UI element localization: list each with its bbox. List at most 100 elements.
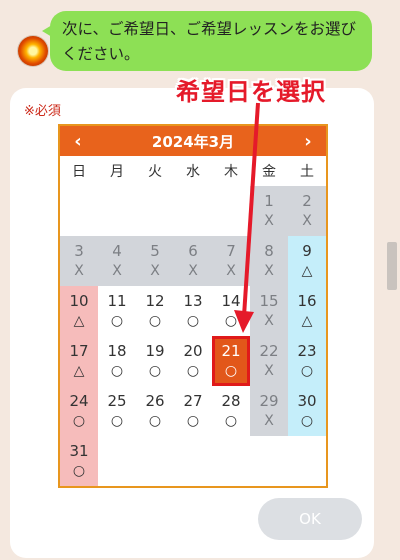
day-number: 9 bbox=[302, 242, 312, 260]
availability-mark: △ bbox=[73, 313, 85, 329]
calendar-day-30[interactable]: 30 ○ bbox=[288, 386, 326, 436]
calendar-empty-cell bbox=[98, 436, 136, 486]
calendar-day-18[interactable]: 18 ○ bbox=[98, 336, 136, 386]
day-number: 25 bbox=[107, 392, 127, 410]
day-number: 7 bbox=[226, 242, 236, 260]
required-label: ※必須 bbox=[24, 104, 61, 119]
calendar-day-8: 8X bbox=[250, 236, 288, 286]
calendar-day-16[interactable]: 16 △ bbox=[288, 286, 326, 336]
calendar-day-9[interactable]: 9 △ bbox=[288, 236, 326, 286]
scrollbar-thumb[interactable] bbox=[387, 242, 397, 290]
calendar-day-24[interactable]: 24 ○ bbox=[60, 386, 98, 436]
availability-mark: X bbox=[264, 413, 274, 429]
availability-mark: ○ bbox=[186, 363, 200, 379]
availability-mark: ○ bbox=[224, 363, 238, 379]
day-number: 17 bbox=[69, 342, 89, 360]
calendar-day-13[interactable]: 13 ○ bbox=[174, 286, 212, 336]
day-number: 19 bbox=[145, 342, 165, 360]
availability-mark: ○ bbox=[148, 363, 162, 379]
availability-mark: ○ bbox=[186, 413, 200, 429]
weekday-sun: 日 bbox=[72, 164, 86, 180]
calendar-day-19[interactable]: 19 ○ bbox=[136, 336, 174, 386]
day-number: 28 bbox=[221, 392, 241, 410]
day-number: 31 bbox=[69, 442, 89, 460]
ok-button[interactable]: OK bbox=[258, 498, 362, 540]
day-number: 23 bbox=[297, 342, 317, 360]
calendar-empty-cell bbox=[136, 436, 174, 486]
calendar-empty-cell bbox=[98, 186, 136, 236]
calendar-month-title: 2024年3月 bbox=[151, 132, 235, 151]
availability-mark: ○ bbox=[148, 413, 162, 429]
day-number: 13 bbox=[183, 292, 203, 310]
next-month-icon[interactable]: › bbox=[298, 131, 318, 152]
calendar-empty-cell bbox=[60, 186, 98, 236]
calendar-empty-cell bbox=[174, 436, 212, 486]
availability-mark: ○ bbox=[110, 413, 124, 429]
calendar-day-17[interactable]: 17 △ bbox=[60, 336, 98, 386]
availability-mark: X bbox=[264, 213, 274, 229]
chat-message-text: 次に、ご希望日、ご希望レッスンをお選びください。 bbox=[62, 20, 357, 63]
day-number: 21 bbox=[221, 342, 241, 360]
day-number: 14 bbox=[221, 292, 241, 310]
calendar-day-11[interactable]: 11 ○ bbox=[98, 286, 136, 336]
availability-mark: ○ bbox=[148, 313, 162, 329]
day-number: 16 bbox=[297, 292, 317, 310]
weekday-fri: 金 bbox=[262, 164, 276, 180]
availability-mark: X bbox=[150, 263, 160, 279]
availability-mark: ○ bbox=[110, 313, 124, 329]
calendar-day-20[interactable]: 20 ○ bbox=[174, 336, 212, 386]
availability-mark: X bbox=[74, 263, 84, 279]
calendar-day-28[interactable]: 28 ○ bbox=[212, 386, 250, 436]
day-number: 2 bbox=[302, 192, 312, 210]
calendar-day-4: 4X bbox=[98, 236, 136, 286]
calendar-empty-cell bbox=[136, 186, 174, 236]
calendar-day-grid: 1 X 2 X 3 X 4 X 5 X 6 X 7 X 8 X 9 △ 10 △ 11 ○ 12 ○ 13 ○ 14 ○ 15 X 16 △ 1… bbox=[60, 186, 326, 486]
availability-mark: △ bbox=[301, 263, 313, 279]
calendar-empty-cell bbox=[212, 186, 250, 236]
calendar-empty-cell bbox=[288, 436, 326, 486]
availability-mark: △ bbox=[73, 363, 85, 379]
calendar-day-21[interactable]: 21 ○ bbox=[212, 336, 250, 386]
day-number: 27 bbox=[183, 392, 203, 410]
availability-mark: ○ bbox=[72, 413, 86, 429]
calendar-day-22: 22 X bbox=[250, 336, 288, 386]
availability-mark: ○ bbox=[224, 413, 238, 429]
day-number: 20 bbox=[183, 342, 203, 360]
calendar-day-31[interactable]: 31 ○ bbox=[60, 436, 98, 486]
day-number: 3 bbox=[74, 242, 84, 260]
availability-mark: ○ bbox=[186, 313, 200, 329]
availability-mark: ○ bbox=[72, 463, 86, 479]
weekday-thu: 木 bbox=[224, 164, 238, 180]
calendar-day-5: 5X bbox=[136, 236, 174, 286]
calendar-day-15: 15 X bbox=[250, 286, 288, 336]
calendar-day-23[interactable]: 23 ○ bbox=[288, 336, 326, 386]
availability-mark: ○ bbox=[300, 413, 314, 429]
prev-month-icon[interactable]: ‹ bbox=[68, 131, 88, 152]
availability-mark: X bbox=[264, 313, 274, 329]
day-number: 12 bbox=[145, 292, 165, 310]
scrollbar-track[interactable] bbox=[384, 0, 400, 560]
day-number: 10 bbox=[69, 292, 89, 310]
day-number: 24 bbox=[69, 392, 89, 410]
calendar-day-14[interactable]: 14 ○ bbox=[212, 286, 250, 336]
availability-mark: X bbox=[112, 263, 122, 279]
calendar-day-2: 2X bbox=[288, 186, 326, 236]
calendar-day-10[interactable]: 10 △ bbox=[60, 286, 98, 336]
calendar-day-26[interactable]: 26 ○ bbox=[136, 386, 174, 436]
availability-mark: X bbox=[302, 213, 312, 229]
availability-mark: X bbox=[226, 263, 236, 279]
calendar-empty-cell bbox=[174, 186, 212, 236]
day-number: 1 bbox=[264, 192, 274, 210]
day-number: 5 bbox=[150, 242, 160, 260]
day-number: 26 bbox=[145, 392, 165, 410]
availability-mark: ○ bbox=[300, 363, 314, 379]
calendar-day-29: 29 X bbox=[250, 386, 288, 436]
calendar-day-12[interactable]: 12 ○ bbox=[136, 286, 174, 336]
calendar-empty-cell bbox=[212, 436, 250, 486]
calendar-day-27[interactable]: 27 ○ bbox=[174, 386, 212, 436]
calendar-empty-cell bbox=[250, 436, 288, 486]
bot-avatar bbox=[18, 36, 48, 66]
availability-mark: X bbox=[264, 363, 274, 379]
calendar-day-6: 6X bbox=[174, 236, 212, 286]
calendar-day-25[interactable]: 25 ○ bbox=[98, 386, 136, 436]
